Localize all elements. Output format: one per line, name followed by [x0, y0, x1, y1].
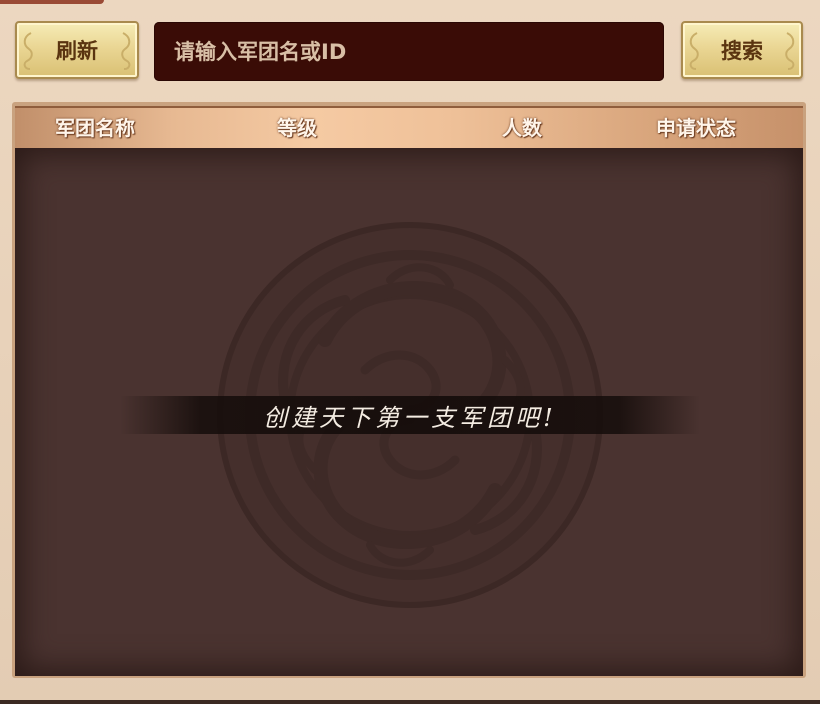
refresh-label: 刷新 — [56, 39, 98, 63]
empty-state-banner: 创建天下第一支军团吧! — [120, 396, 700, 434]
empty-state-message: 创建天下第一支军团吧! — [263, 403, 557, 432]
column-header-members: 人数 — [502, 116, 542, 140]
top-tab-strip — [0, 0, 104, 4]
column-header-level: 等级 — [277, 116, 317, 140]
column-header-name: 军团名称 — [55, 116, 135, 140]
search-field[interactable] — [154, 22, 664, 81]
search-button[interactable]: 搜索 — [681, 21, 803, 79]
search-input[interactable] — [154, 22, 664, 81]
search-label: 搜索 — [721, 39, 763, 63]
bottom-edge — [0, 700, 820, 704]
refresh-button[interactable]: 刷新 — [15, 21, 139, 79]
column-header-apply-status: 申请状态 — [656, 116, 736, 140]
scroll-curl-icon — [121, 32, 131, 70]
scroll-curl-icon — [689, 32, 699, 70]
table-header: 军团名称 等级 人数 申请状态 — [15, 106, 803, 148]
window-frame: 刷新 搜索 军团名称 等级 人数 申请状态 — [0, 0, 820, 704]
legion-list[interactable]: 创建天下第一支军团吧! — [15, 148, 803, 676]
scroll-curl-icon — [23, 32, 33, 70]
scroll-curl-icon — [785, 32, 795, 70]
